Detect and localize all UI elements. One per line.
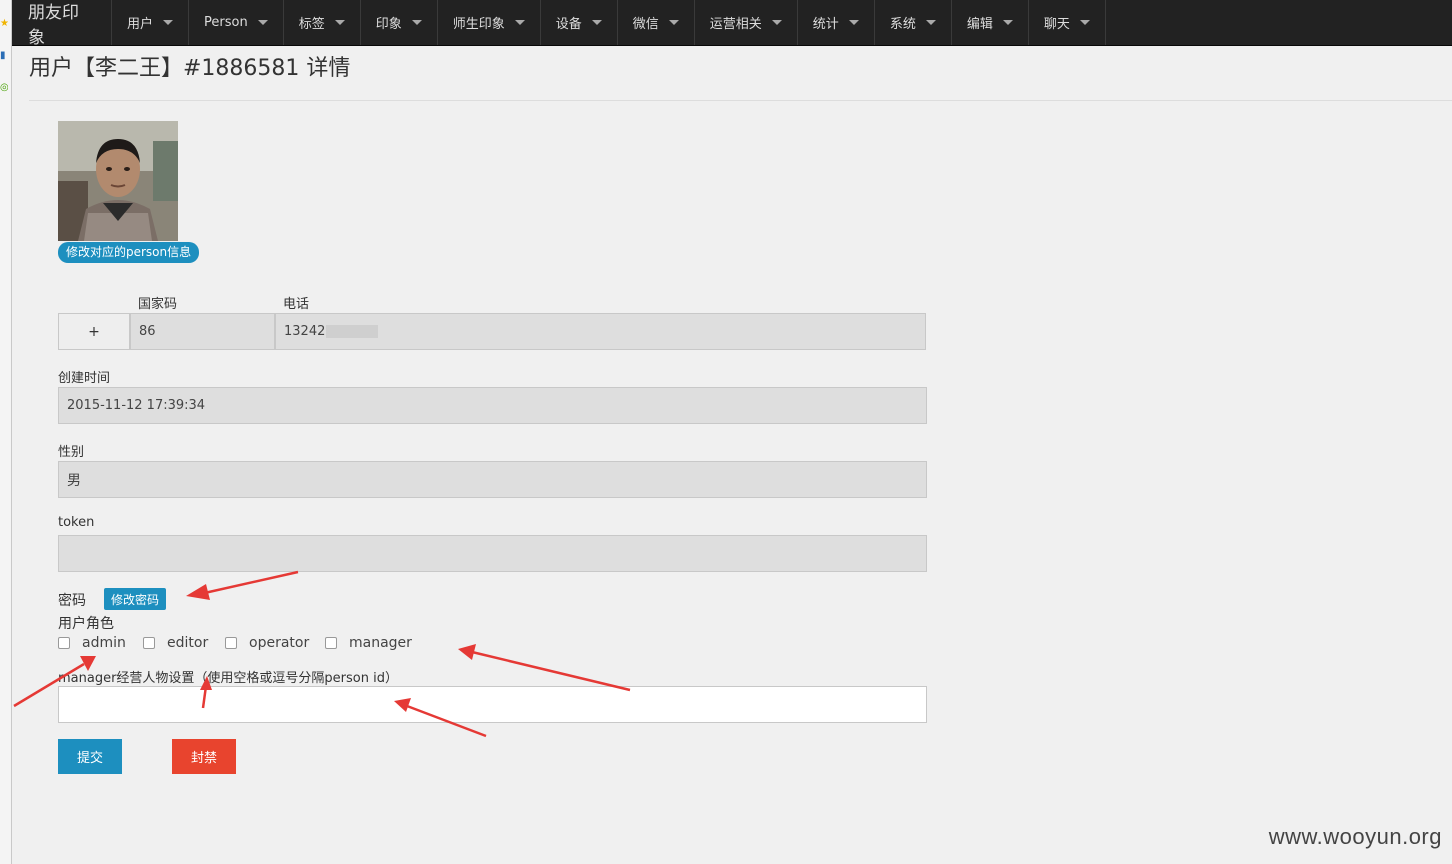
arrow-to-change-password xyxy=(186,570,299,600)
manager-setting-label: manager经营人物设置（使用空格或逗号分隔person id） xyxy=(58,671,398,686)
nav-item-label: 用户 xyxy=(127,17,154,32)
watermark: www.wooyun.org xyxy=(1268,824,1442,849)
token-label: token xyxy=(58,515,95,530)
divider xyxy=(29,100,1452,101)
gender-label: 性别 xyxy=(58,445,85,460)
nav-item-label: 聊天 xyxy=(1043,17,1070,32)
document-icon[interactable]: ▮ xyxy=(0,50,8,62)
nav-item-label: 统计 xyxy=(812,17,839,32)
caret-down-icon xyxy=(925,20,936,25)
nav-item-label: 系统 xyxy=(889,17,916,32)
gender-value: 男 xyxy=(67,472,81,489)
created-time-field[interactable]: 2015-11-12 17:39:34 xyxy=(58,387,927,424)
checkbox[interactable] xyxy=(225,637,237,649)
nav-item-users[interactable]: 用户 xyxy=(112,0,190,45)
page-title: 用户【李二王】#1886581 详情 xyxy=(29,56,351,81)
caret-down-icon xyxy=(1002,20,1013,25)
checkbox[interactable] xyxy=(325,637,337,649)
top-navbar: 朋友印象 用户 Person 标签 印象 师生印象 设备 微信 运营相关 统计 … xyxy=(12,0,1452,48)
submit-button[interactable]: 提交 xyxy=(58,739,122,774)
nav-item-devices[interactable]: 设备 xyxy=(541,0,618,45)
role-label: manager xyxy=(349,635,412,651)
role-checkbox-operator[interactable]: operator xyxy=(225,635,309,651)
checkbox[interactable] xyxy=(58,637,70,649)
nav-item-chat[interactable]: 聊天 xyxy=(1029,0,1106,45)
nav-item-label: 标签 xyxy=(298,17,325,32)
plus-addon: + xyxy=(58,313,130,350)
nav-item-wechat[interactable]: 微信 xyxy=(618,0,695,45)
nav-item-tags[interactable]: 标签 xyxy=(284,0,361,45)
caret-down-icon xyxy=(334,20,345,25)
star-icon[interactable]: ★ xyxy=(0,18,8,30)
gender-field[interactable]: 男 xyxy=(58,461,927,498)
phone-field[interactable]: 13242 xyxy=(275,313,926,350)
nav-item-teacher-student[interactable]: 师生印象 xyxy=(438,0,541,45)
nav-item-stats[interactable]: 统计 xyxy=(798,0,875,45)
nav-item-label: 印象 xyxy=(375,17,402,32)
redacted-digits xyxy=(326,325,379,338)
role-label: operator xyxy=(249,635,310,651)
token-field[interactable] xyxy=(58,535,927,572)
role-checkbox-editor[interactable]: editor xyxy=(143,635,208,651)
country-code-label: 国家码 xyxy=(138,297,178,312)
role-checkbox-admin[interactable]: admin xyxy=(58,635,126,651)
country-code-field[interactable]: 86 xyxy=(130,313,275,350)
caret-down-icon xyxy=(411,20,422,25)
nav-item-label: 编辑 xyxy=(966,17,993,32)
user-roles-label: 用户角色 xyxy=(58,616,114,632)
nav-item-operations[interactable]: 运营相关 xyxy=(695,0,798,45)
checkbox[interactable] xyxy=(143,637,155,649)
caret-down-icon xyxy=(1079,20,1090,25)
nav-item-system[interactable]: 系统 xyxy=(875,0,952,45)
role-checkbox-manager[interactable]: manager xyxy=(325,635,412,651)
nav-item-label: 师生印象 xyxy=(452,17,505,32)
country-code-value: 86 xyxy=(139,324,156,339)
nav-item-person[interactable]: Person xyxy=(189,0,284,45)
nav-item-label: 微信 xyxy=(632,17,659,32)
arrow-to-manager-role xyxy=(458,644,631,692)
avatar xyxy=(58,121,178,241)
change-password-button[interactable]: 修改密码 xyxy=(104,588,167,610)
nav-item-impressions[interactable]: 印象 xyxy=(361,0,438,45)
caret-down-icon xyxy=(668,20,679,25)
edit-person-info-button[interactable]: 修改对应的person信息 xyxy=(58,242,200,263)
caret-down-icon xyxy=(771,20,782,25)
role-label: admin xyxy=(82,635,126,651)
nav-item-edit[interactable]: 编辑 xyxy=(952,0,1029,45)
caret-down-icon xyxy=(257,20,268,25)
role-label: editor xyxy=(167,635,209,651)
brand-logo[interactable]: 朋友印象 xyxy=(12,0,112,48)
created-time-label: 创建时间 xyxy=(58,371,111,386)
phone-value: 13242 xyxy=(284,324,326,339)
nav-item-label: 设备 xyxy=(555,17,582,32)
refresh-icon[interactable]: ◎ xyxy=(0,82,8,94)
created-time-value: 2015-11-12 17:39:34 xyxy=(67,398,206,413)
manager-person-ids-input[interactable] xyxy=(58,686,927,723)
caret-down-icon xyxy=(848,20,859,25)
password-label: 密码 xyxy=(58,593,86,609)
nav-item-label: 运营相关 xyxy=(709,17,762,32)
caret-down-icon xyxy=(163,20,174,25)
ban-button[interactable]: 封禁 xyxy=(172,739,236,774)
browser-sidebar-strip: ★ ▮ ◎ xyxy=(0,0,12,864)
annotation-arrows xyxy=(13,570,631,738)
caret-down-icon xyxy=(591,20,602,25)
nav-item-label: Person xyxy=(204,15,248,30)
phone-label: 电话 xyxy=(283,297,310,312)
caret-down-icon xyxy=(514,20,525,25)
